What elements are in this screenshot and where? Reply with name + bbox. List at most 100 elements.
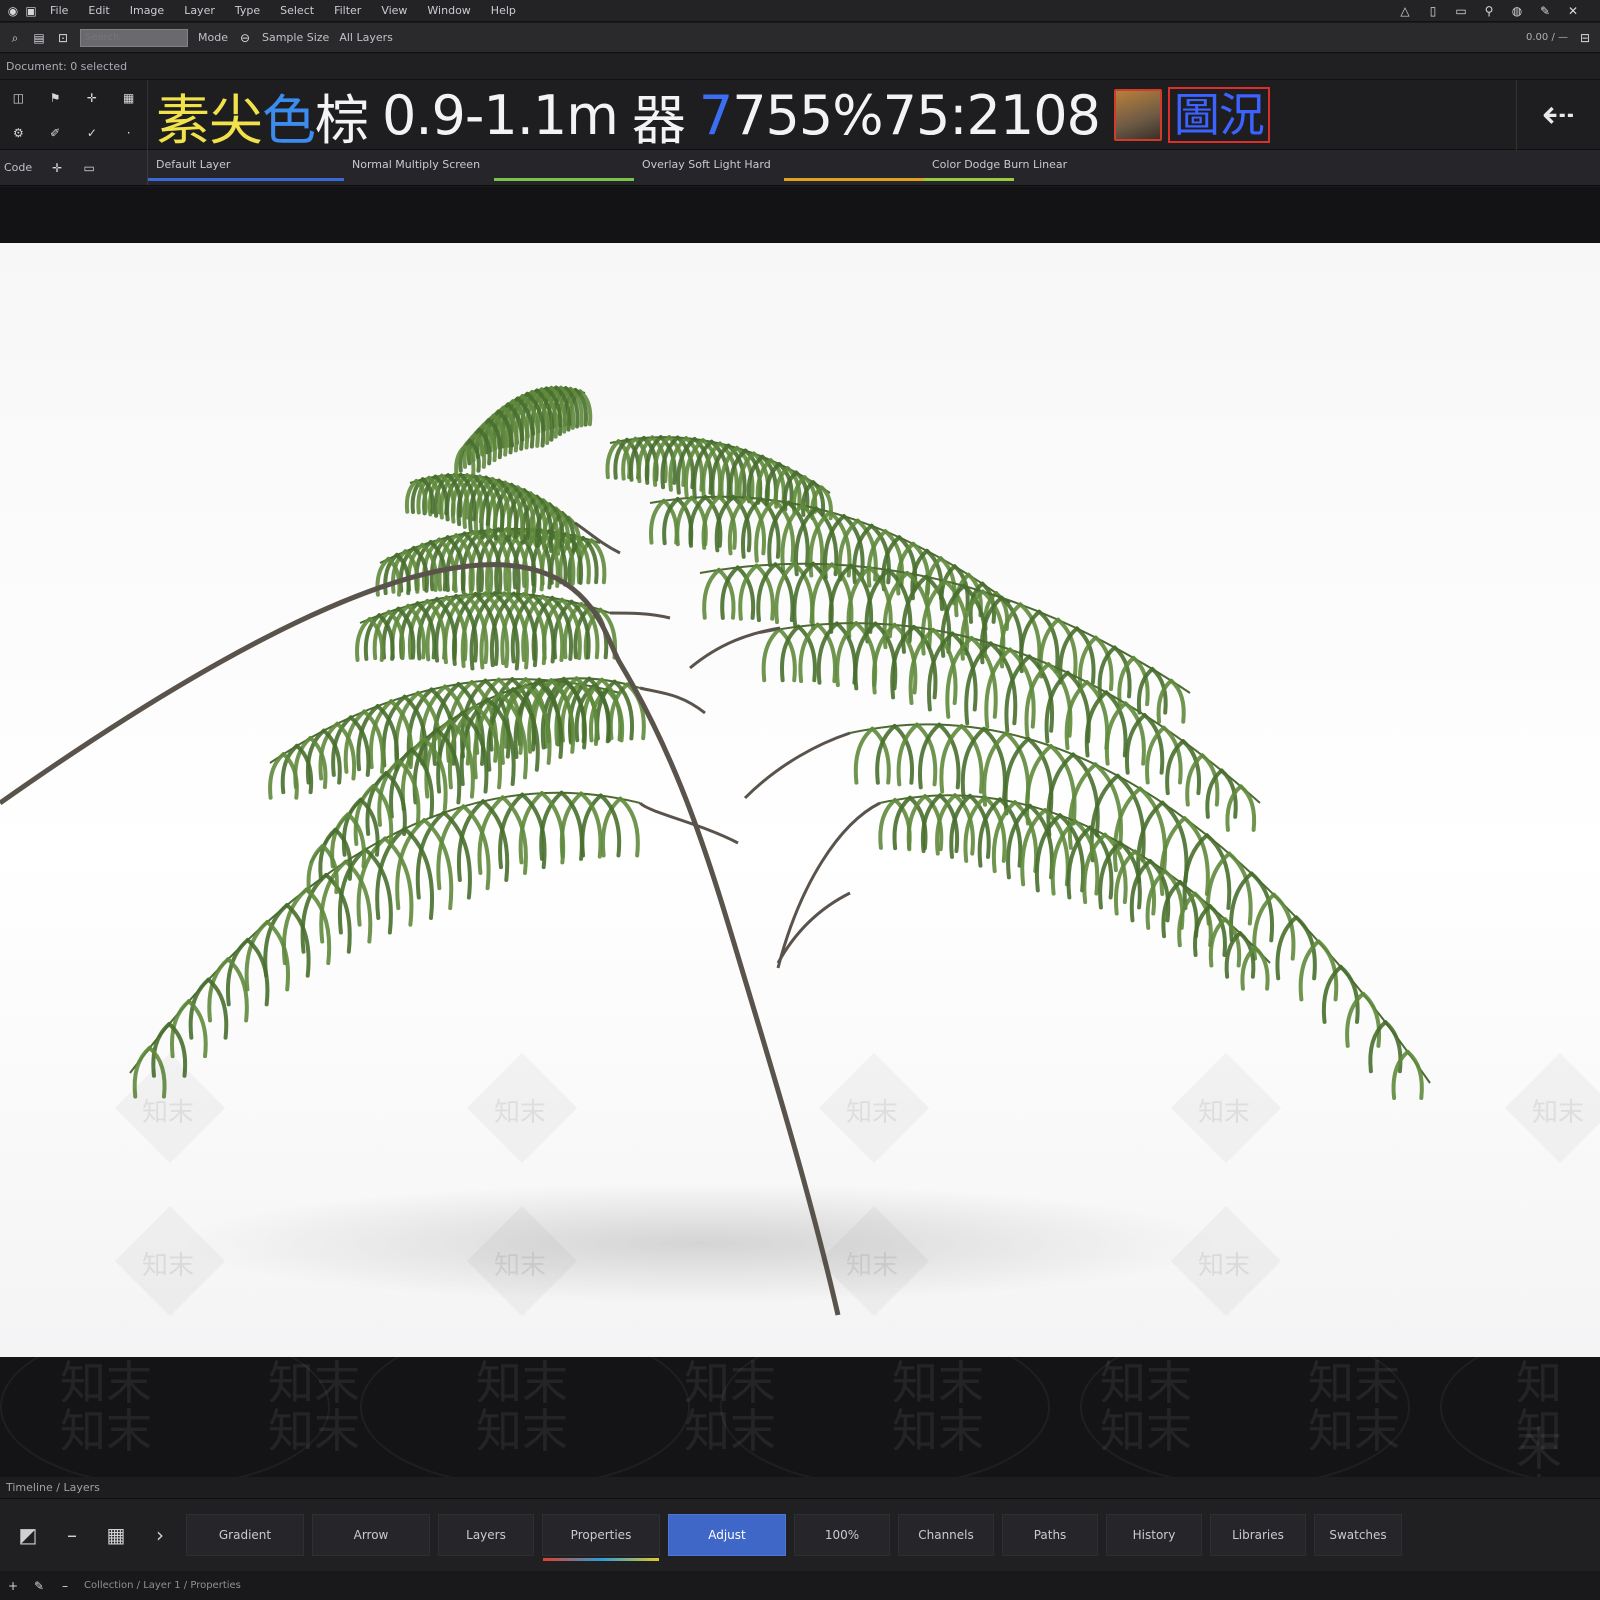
pen-icon[interactable]: ✓	[85, 126, 99, 140]
minus-icon[interactable]: –	[50, 1513, 94, 1557]
search-icon[interactable]: ⌕	[8, 31, 22, 45]
circle-icon[interactable]: ⊖	[238, 31, 252, 45]
tab-color-dodge[interactable]: Color Dodge Burn Linear	[924, 150, 1214, 185]
grid-icon[interactable]: ▦	[122, 91, 136, 105]
menu-view[interactable]: View	[373, 0, 415, 22]
thumbnail-badge[interactable]	[1113, 89, 1162, 141]
tab-overlay[interactable]: Overlay Soft Light Hard	[634, 150, 924, 185]
palm-render	[0, 385, 1431, 1316]
leaflet	[761, 627, 782, 683]
add-icon[interactable]: +	[6, 1579, 20, 1593]
blank-tool-icon[interactable]: ·	[122, 126, 136, 140]
mode-label[interactable]: Mode	[198, 31, 228, 44]
menu-window[interactable]: Window	[419, 0, 478, 22]
title-badge[interactable]: 圖況	[1167, 87, 1270, 143]
tab-adjust[interactable]: Adjust	[668, 1514, 786, 1556]
leaflet	[649, 498, 666, 545]
chevron-right-icon[interactable]: ›	[138, 1513, 182, 1557]
watermark-text: 知末	[494, 1098, 547, 1128]
leaflet	[702, 567, 721, 620]
title-part-yellow: 素尖	[156, 88, 263, 152]
tab-label: Color Dodge Burn Linear	[932, 158, 1068, 171]
watermark-text: 知末	[1532, 1098, 1585, 1128]
title-value: 7755%75:2108	[698, 83, 1101, 147]
tab-underline	[543, 1558, 659, 1561]
document-icon[interactable]: ▤	[32, 31, 46, 45]
add-tab-icon[interactable]: ✛	[50, 161, 64, 175]
title-part-white: 棕	[315, 88, 369, 152]
page-icon[interactable]: ▯	[1426, 4, 1440, 18]
all-layers-label[interactable]: All Layers	[339, 31, 393, 44]
tool-grid: ◫ ⚑ ✛ ▦ ⚙ ✐ ✓ ·	[0, 80, 148, 150]
tab-channels[interactable]: Channels	[898, 1514, 994, 1556]
lock-icon[interactable]: ⊡	[56, 31, 70, 45]
menu-select[interactable]: Select	[272, 0, 322, 22]
tab-label: Swatches	[1329, 1528, 1387, 1542]
tab-label: Adjust	[708, 1528, 746, 1542]
close-icon[interactable]: ✕	[1566, 4, 1580, 18]
back-arrow-icon[interactable]: ⇠	[1516, 80, 1600, 150]
watermark-text: 知末	[846, 1251, 899, 1281]
brush-icon[interactable]: ✐	[48, 126, 62, 140]
tab-underline	[784, 178, 924, 181]
minus-icon[interactable]: –	[58, 1579, 72, 1593]
app-icon[interactable]: ◉	[6, 4, 20, 18]
watermark-text: 知末	[142, 1251, 195, 1281]
leaflet	[1321, 964, 1343, 1024]
tab-underline	[494, 178, 634, 181]
flag-tool-icon[interactable]: ⚑	[48, 91, 62, 105]
triangle-icon[interactable]: △	[1398, 4, 1412, 18]
tabs-lead-label[interactable]: Code	[4, 161, 32, 174]
menu-help[interactable]: Help	[483, 0, 524, 22]
watermark-ring	[1080, 1357, 1410, 1477]
crosshair-icon[interactable]: ✛	[85, 91, 99, 105]
tab-gradient[interactable]: Gradient	[186, 1514, 304, 1556]
menu-image[interactable]: Image	[122, 0, 172, 22]
header-band: ◫ ⚑ ✛ ▦ ⚙ ✐ ✓ · 素尖色棕 0.9-1.1m 器 7755%75:…	[0, 80, 1600, 152]
layout-icon[interactable]: ▦	[94, 1513, 138, 1557]
tab-layers[interactable]: Layers	[438, 1514, 534, 1556]
menu-bar: ◉ ▣ File Edit Image Layer Type Select Fi…	[0, 0, 1600, 22]
pen-icon[interactable]: ✎	[32, 1579, 46, 1593]
tab-history[interactable]: History	[1106, 1514, 1202, 1556]
menu-edit[interactable]: Edit	[80, 0, 117, 22]
menu-file[interactable]: File	[42, 0, 76, 22]
menu-filter[interactable]: Filter	[326, 0, 369, 22]
tab-menu-icon[interactable]: ▭	[82, 161, 96, 175]
leaflet	[853, 726, 875, 785]
tab-label: Default Layer	[156, 158, 231, 171]
tab-zoom[interactable]: 100%	[794, 1514, 890, 1556]
globe-icon[interactable]: ◍	[1510, 4, 1524, 18]
tab-arrow[interactable]: Arrow	[312, 1514, 430, 1556]
select-tool-icon[interactable]: ◫	[11, 91, 25, 105]
paint-bucket-icon[interactable]: ◩	[6, 1513, 50, 1557]
tab-underline	[148, 178, 344, 181]
pin-icon[interactable]: ⚲	[1482, 4, 1496, 18]
tab-default-layer[interactable]: Default Layer	[148, 150, 344, 185]
tab-label: Gradient	[218, 1528, 272, 1542]
lower-panel: 知末知末知末知末知末知末知末知末知末知末知末知末知末知末知末知末	[0, 1357, 1600, 1477]
menu-type[interactable]: Type	[227, 0, 268, 22]
tab-normal[interactable]: Normal Multiply Screen	[344, 150, 634, 185]
edit-icon[interactable]: ✎	[1538, 4, 1552, 18]
folder-icon[interactable]: ▭	[1454, 4, 1468, 18]
palm-fronds	[129, 385, 1431, 1100]
tab-swatches[interactable]: Swatches	[1314, 1514, 1402, 1556]
leaflet	[1405, 1049, 1424, 1100]
sample-size-label[interactable]: Sample Size	[262, 31, 329, 44]
menu-layer[interactable]: Layer	[176, 0, 223, 22]
panel-icon[interactable]: ⊟	[1578, 31, 1592, 45]
tab-properties[interactable]: Properties	[542, 1514, 660, 1561]
tab-label: Normal Multiply Screen	[352, 158, 481, 171]
tab-label: Arrow	[353, 1528, 389, 1542]
tab-libraries[interactable]: Libraries	[1210, 1514, 1306, 1556]
watermark-text: 知末	[494, 1251, 547, 1281]
watermark-text: 知末	[846, 1098, 899, 1128]
image-canvas[interactable]: 知末 知末 知末 知末 知末 知末 知末 知末 知末	[0, 243, 1600, 1357]
tab-paths[interactable]: Paths	[1002, 1514, 1098, 1556]
search-input[interactable]	[80, 28, 188, 47]
stamp-icon[interactable]: ⚙	[11, 126, 25, 140]
leaflet	[1238, 784, 1257, 832]
title-size: 0.9-1.1m	[382, 83, 619, 147]
workspace-icon[interactable]: ▣	[24, 4, 38, 18]
